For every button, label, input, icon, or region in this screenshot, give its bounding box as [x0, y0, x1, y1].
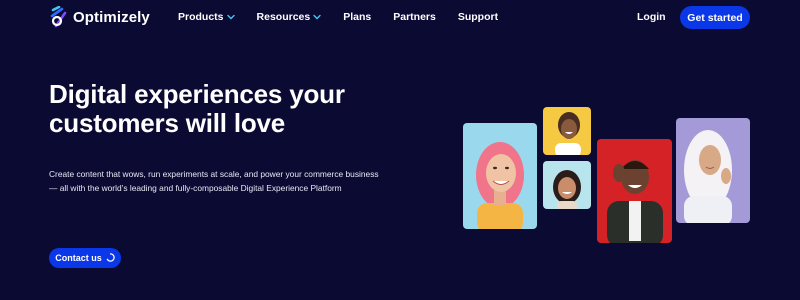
portrait-photo-pink-hair — [463, 123, 537, 229]
nav-item-plans[interactable]: Plans — [343, 11, 371, 23]
nav-item-partners[interactable]: Partners — [393, 11, 436, 23]
top-navigation: Optimizely Products Resources Plans Part… — [0, 0, 800, 36]
portrait-photo-light-blue-bg — [543, 161, 591, 209]
brand-name: Optimizely — [73, 8, 150, 26]
nav-item-label: Plans — [343, 11, 372, 23]
spinner-ring-icon — [106, 252, 115, 264]
portrait-photo-purple-bg — [676, 118, 750, 223]
main-menu: Products Resources Plans Partners Suppor… — [178, 11, 520, 23]
nav-item-resources[interactable]: Resources — [257, 11, 322, 23]
get-started-button[interactable]: Get started — [680, 6, 750, 29]
nav-item-label: Products — [178, 11, 224, 23]
chevron-down-icon — [313, 11, 321, 23]
nav-item-support[interactable]: Support — [458, 11, 498, 23]
headline-line: Digital experiences your — [49, 79, 345, 109]
login-link[interactable]: Login — [637, 11, 666, 23]
portrait-photo-red-bg — [597, 139, 672, 243]
nav-item-products[interactable]: Products — [178, 11, 235, 23]
nav-item-label: Partners — [393, 11, 436, 23]
chevron-down-icon — [226, 11, 235, 23]
contact-us-label: Contact us — [55, 253, 102, 263]
nav-item-label: Resources — [256, 11, 311, 23]
hero-headline: Digital experiences your customers will … — [49, 80, 389, 138]
nav-item-label: Support — [457, 11, 499, 23]
brand-logo[interactable]: Optimizely — [50, 6, 150, 28]
headline-line: customers will love — [49, 108, 286, 138]
hero-description: Create content that wows, run experiment… — [49, 167, 409, 195]
optimizely-logo-icon — [50, 6, 68, 28]
description-line: Create content that wows, run experiment… — [49, 169, 379, 179]
contact-us-button[interactable]: Contact us — [49, 248, 121, 268]
portrait-photo-yellow-bg — [543, 107, 591, 155]
description-line: — all with the world’s leading and fully… — [49, 183, 342, 193]
